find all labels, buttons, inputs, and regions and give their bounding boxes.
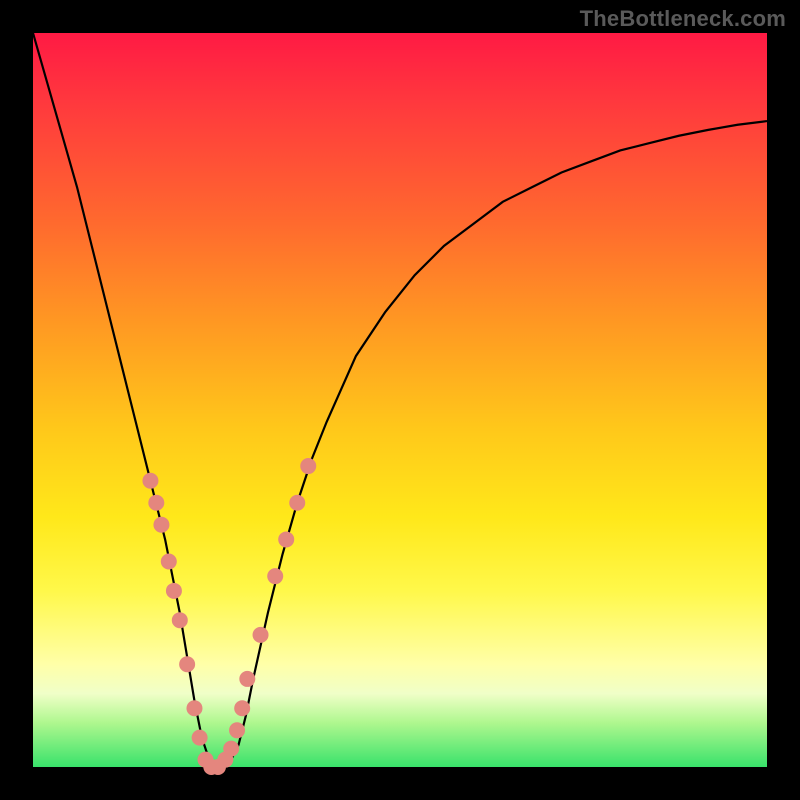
highlight-dot xyxy=(161,553,177,569)
chart-svg xyxy=(33,33,767,767)
highlight-dot xyxy=(234,700,250,716)
highlight-dot xyxy=(142,473,158,489)
highlight-dots-group xyxy=(142,458,316,775)
highlight-dot xyxy=(166,583,182,599)
highlight-dot xyxy=(229,722,245,738)
highlight-dot xyxy=(223,741,239,757)
highlight-dot xyxy=(148,495,164,511)
watermark-text: TheBottleneck.com xyxy=(580,6,786,32)
highlight-dot xyxy=(239,671,255,687)
bottleneck-curve xyxy=(33,33,767,767)
highlight-dot xyxy=(300,458,316,474)
highlight-dot xyxy=(267,568,283,584)
highlight-dot xyxy=(289,495,305,511)
chart-frame: TheBottleneck.com xyxy=(0,0,800,800)
highlight-dot xyxy=(253,627,269,643)
highlight-dot xyxy=(192,730,208,746)
plot-area xyxy=(33,33,767,767)
highlight-dot xyxy=(153,517,169,533)
highlight-dot xyxy=(186,700,202,716)
highlight-dot xyxy=(172,612,188,628)
highlight-dot xyxy=(179,656,195,672)
highlight-dot xyxy=(278,531,294,547)
